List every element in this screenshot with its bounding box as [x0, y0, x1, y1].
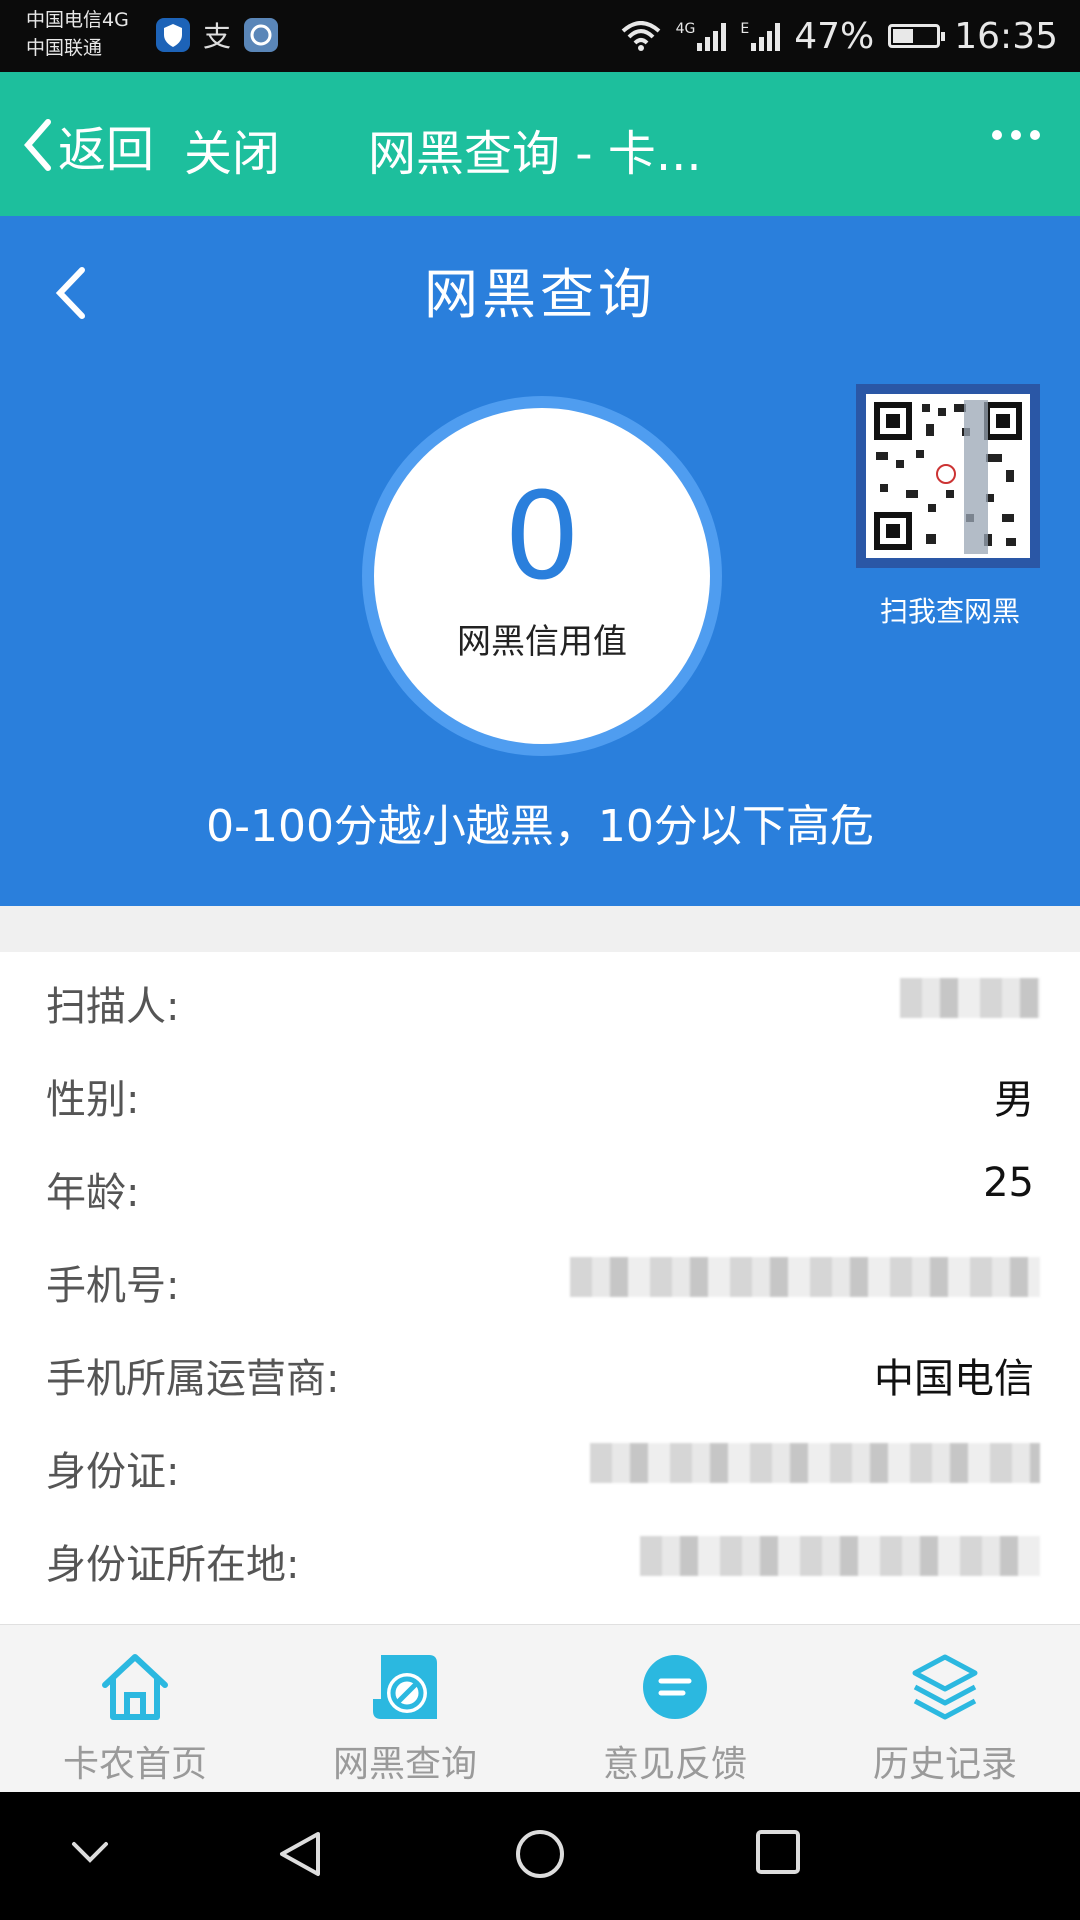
id-card-label: 身份证:: [46, 1449, 180, 1495]
wifi-icon: [621, 21, 660, 51]
tab-home[interactable]: 卡农首页: [0, 1625, 270, 1793]
carrier-1: 中国电信4G: [26, 9, 129, 31]
qr-code[interactable]: [856, 384, 1040, 568]
shield-app-icon: [156, 18, 190, 52]
tab-blacklist-query[interactable]: 网黑查询: [270, 1625, 540, 1793]
qr-code-icon: [874, 400, 1022, 554]
redacted-scanner-name: [900, 978, 1040, 1018]
gender-label: 性别:: [46, 1077, 140, 1123]
age-value: 25: [983, 1160, 1034, 1206]
signal-4g-icon: 4G: [676, 21, 727, 51]
tab-feedback-label: 意见反馈: [602, 1744, 747, 1785]
more-dot: [1030, 130, 1040, 140]
info-row-id-card: 身份证:: [0, 1417, 1080, 1510]
status-indicators: 4G E 47% 16:35: [620, 12, 1058, 60]
score-note: 0-100分越小越黑，10分以下高危: [206, 801, 874, 852]
carrier-info: 中国电信4G 中国联通: [26, 6, 129, 62]
score-hero: 网黑查询 0 网黑信用值 扫我查网黑 0-100分越小越黑，10分以下高危: [0, 216, 1080, 906]
info-row-phone: 手机号:: [0, 1231, 1080, 1324]
credit-score: 0: [503, 468, 581, 607]
camera-app-icon: [244, 18, 278, 52]
home-circle-icon[interactable]: [514, 1828, 566, 1880]
webview-header: 返回 关闭 网黑查询 - 卡...: [0, 72, 1080, 216]
info-row-id-location: 身份证所在地:: [0, 1510, 1080, 1603]
status-bar: 中国电信4G 中国联通 支 4G E 47% 16:35: [0, 0, 1080, 72]
more-dot: [1011, 130, 1021, 140]
more-dots-icon: [992, 130, 1002, 140]
info-row-scanner: 扫描人:: [0, 952, 1080, 1045]
chevron-left-icon: [24, 119, 51, 171]
svg-text:支: 支: [203, 20, 231, 52]
battery-percent: 47%: [794, 15, 875, 57]
webview-title: 网黑查询 - 卡...: [368, 126, 702, 182]
gender-value: 男: [994, 1077, 1034, 1123]
recents-square-icon[interactable]: [754, 1828, 802, 1876]
carrier-2: 中国联通: [26, 37, 103, 59]
redacted-id-card: [590, 1443, 1040, 1483]
phone-label: 手机号:: [46, 1263, 180, 1309]
alipay-icon: 支: [200, 18, 234, 53]
tab-home-label: 卡农首页: [62, 1744, 207, 1785]
carrier-value: 中国电信: [874, 1356, 1034, 1402]
battery-icon: [888, 24, 946, 48]
tab-blacklist-query-label: 网黑查询: [332, 1744, 477, 1785]
score-circle: 0 网黑信用值: [362, 396, 722, 756]
tab-history-label: 历史记录: [872, 1744, 1017, 1785]
tab-feedback[interactable]: 意见反馈: [540, 1625, 810, 1793]
bottom-tab-bar: 卡农首页 网黑查询 意见反馈 历史记录: [0, 1624, 1080, 1793]
qr-label: 扫我查网黑: [879, 595, 1020, 628]
redacted-phone: [570, 1257, 1040, 1297]
tab-history[interactable]: 历史记录: [810, 1625, 1080, 1793]
webview-back-button[interactable]: 返回: [22, 110, 154, 180]
more-options-button[interactable]: [992, 130, 1040, 140]
webview-close-button[interactable]: 关闭: [184, 114, 280, 184]
blacklist-query-icon: [373, 1655, 437, 1719]
back-triangle-icon[interactable]: [274, 1828, 326, 1880]
section-divider: [0, 906, 1080, 952]
info-row-age: 年龄: 25: [0, 1138, 1080, 1231]
info-row-carrier: 手机所属运营商: 中国电信: [0, 1324, 1080, 1417]
scanner-label: 扫描人:: [46, 984, 180, 1030]
system-nav-bar: [0, 1792, 1080, 1920]
carrier-label: 手机所属运营商:: [46, 1356, 340, 1402]
clock: 16:35: [954, 15, 1058, 57]
age-label: 年龄:: [46, 1170, 140, 1216]
signal-e-icon: E: [740, 21, 781, 51]
info-row-gender: 性别: 男: [0, 1045, 1080, 1138]
history-layers-icon: [912, 1654, 978, 1720]
info-list: 扫描人: 性别: 男 年龄: 25 手机号: 手机所属运营商: 中国电信 身份证…: [0, 952, 1080, 1603]
credit-score-label: 网黑信用值: [457, 622, 627, 662]
redacted-id-location: [640, 1536, 1040, 1576]
id-location-label: 身份证所在地:: [46, 1542, 300, 1588]
page-title: 网黑查询: [424, 263, 656, 326]
webview-back-label: 返回: [58, 122, 155, 178]
home-icon: [102, 1654, 168, 1720]
feedback-icon: [643, 1655, 707, 1719]
chevron-down-icon[interactable]: [66, 1828, 114, 1876]
